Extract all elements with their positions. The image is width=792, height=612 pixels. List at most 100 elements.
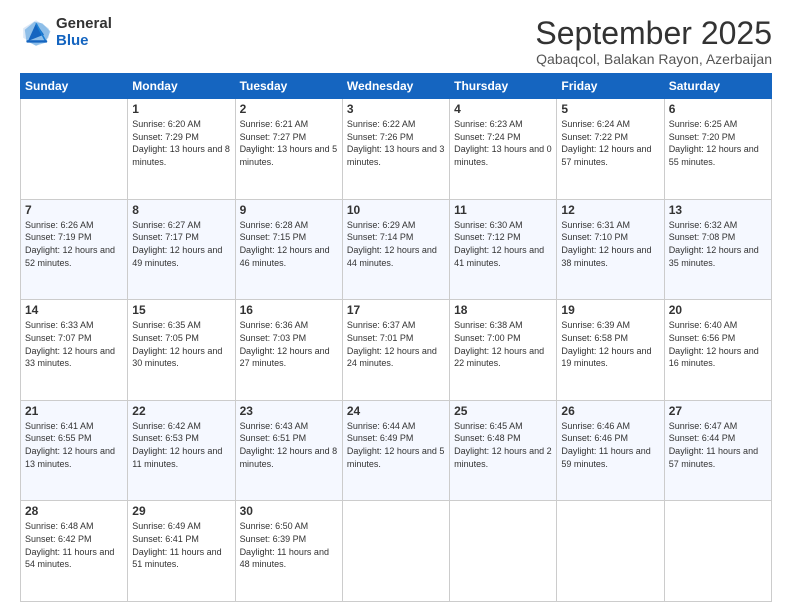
sunrise-text: Sunrise: 6:30 AM (454, 219, 552, 232)
daylight-text: Daylight: 11 hours and 48 minutes. (240, 546, 338, 571)
day-number: 25 (454, 404, 552, 418)
logo-icon (20, 17, 52, 49)
sunrise-text: Sunrise: 6:26 AM (25, 219, 123, 232)
calendar-cell: 23 Sunrise: 6:43 AM Sunset: 6:51 PM Dayl… (235, 400, 342, 501)
day-number: 23 (240, 404, 338, 418)
day-info: Sunrise: 6:39 AM Sunset: 6:58 PM Dayligh… (561, 319, 659, 369)
sunrise-text: Sunrise: 6:31 AM (561, 219, 659, 232)
sunrise-text: Sunrise: 6:41 AM (25, 420, 123, 433)
logo-blue: Blue (56, 33, 112, 50)
sunset-text: Sunset: 6:44 PM (669, 432, 767, 445)
day-number: 9 (240, 203, 338, 217)
daylight-text: Daylight: 12 hours and 24 minutes. (347, 345, 445, 370)
calendar-cell: 6 Sunrise: 6:25 AM Sunset: 7:20 PM Dayli… (664, 99, 771, 200)
day-number: 20 (669, 303, 767, 317)
page: General Blue September 2025 Qabaqcol, Ba… (0, 0, 792, 612)
calendar-cell: 17 Sunrise: 6:37 AM Sunset: 7:01 PM Dayl… (342, 300, 449, 401)
daylight-text: Daylight: 12 hours and 13 minutes. (25, 445, 123, 470)
daylight-text: Daylight: 12 hours and 33 minutes. (25, 345, 123, 370)
sunrise-text: Sunrise: 6:46 AM (561, 420, 659, 433)
sunset-text: Sunset: 6:48 PM (454, 432, 552, 445)
day-info: Sunrise: 6:22 AM Sunset: 7:26 PM Dayligh… (347, 118, 445, 168)
calendar-cell: 29 Sunrise: 6:49 AM Sunset: 6:41 PM Dayl… (128, 501, 235, 602)
calendar-cell: 14 Sunrise: 6:33 AM Sunset: 7:07 PM Dayl… (21, 300, 128, 401)
calendar-cell: 5 Sunrise: 6:24 AM Sunset: 7:22 PM Dayli… (557, 99, 664, 200)
day-number: 30 (240, 504, 338, 518)
sunrise-text: Sunrise: 6:37 AM (347, 319, 445, 332)
sunrise-text: Sunrise: 6:50 AM (240, 520, 338, 533)
day-info: Sunrise: 6:41 AM Sunset: 6:55 PM Dayligh… (25, 420, 123, 470)
sunset-text: Sunset: 7:22 PM (561, 131, 659, 144)
calendar-table: Sunday Monday Tuesday Wednesday Thursday… (20, 73, 772, 602)
week-row-3: 21 Sunrise: 6:41 AM Sunset: 6:55 PM Dayl… (21, 400, 772, 501)
calendar-cell: 26 Sunrise: 6:46 AM Sunset: 6:46 PM Dayl… (557, 400, 664, 501)
day-number: 27 (669, 404, 767, 418)
day-number: 14 (25, 303, 123, 317)
week-row-1: 7 Sunrise: 6:26 AM Sunset: 7:19 PM Dayli… (21, 199, 772, 300)
calendar-cell: 27 Sunrise: 6:47 AM Sunset: 6:44 PM Dayl… (664, 400, 771, 501)
header-monday: Monday (128, 74, 235, 99)
day-number: 16 (240, 303, 338, 317)
sunrise-text: Sunrise: 6:22 AM (347, 118, 445, 131)
header-wednesday: Wednesday (342, 74, 449, 99)
sunset-text: Sunset: 7:07 PM (25, 332, 123, 345)
day-info: Sunrise: 6:20 AM Sunset: 7:29 PM Dayligh… (132, 118, 230, 168)
day-info: Sunrise: 6:29 AM Sunset: 7:14 PM Dayligh… (347, 219, 445, 269)
daylight-text: Daylight: 12 hours and 49 minutes. (132, 244, 230, 269)
sunrise-text: Sunrise: 6:25 AM (669, 118, 767, 131)
header-thursday: Thursday (450, 74, 557, 99)
daylight-text: Daylight: 12 hours and 38 minutes. (561, 244, 659, 269)
week-row-4: 28 Sunrise: 6:48 AM Sunset: 6:42 PM Dayl… (21, 501, 772, 602)
logo: General Blue (20, 16, 112, 49)
day-info: Sunrise: 6:24 AM Sunset: 7:22 PM Dayligh… (561, 118, 659, 168)
day-info: Sunrise: 6:42 AM Sunset: 6:53 PM Dayligh… (132, 420, 230, 470)
calendar-cell: 30 Sunrise: 6:50 AM Sunset: 6:39 PM Dayl… (235, 501, 342, 602)
day-number: 11 (454, 203, 552, 217)
day-number: 13 (669, 203, 767, 217)
day-number: 1 (132, 102, 230, 116)
day-number: 28 (25, 504, 123, 518)
day-info: Sunrise: 6:44 AM Sunset: 6:49 PM Dayligh… (347, 420, 445, 470)
calendar-cell: 8 Sunrise: 6:27 AM Sunset: 7:17 PM Dayli… (128, 199, 235, 300)
day-number: 17 (347, 303, 445, 317)
day-info: Sunrise: 6:31 AM Sunset: 7:10 PM Dayligh… (561, 219, 659, 269)
day-number: 7 (25, 203, 123, 217)
sunrise-text: Sunrise: 6:39 AM (561, 319, 659, 332)
daylight-text: Daylight: 13 hours and 0 minutes. (454, 143, 552, 168)
day-info: Sunrise: 6:36 AM Sunset: 7:03 PM Dayligh… (240, 319, 338, 369)
sunset-text: Sunset: 7:15 PM (240, 231, 338, 244)
day-number: 15 (132, 303, 230, 317)
daylight-text: Daylight: 11 hours and 57 minutes. (669, 445, 767, 470)
daylight-text: Daylight: 13 hours and 5 minutes. (240, 143, 338, 168)
weekday-header-row: Sunday Monday Tuesday Wednesday Thursday… (21, 74, 772, 99)
daylight-text: Daylight: 12 hours and 11 minutes. (132, 445, 230, 470)
sunset-text: Sunset: 7:05 PM (132, 332, 230, 345)
sunset-text: Sunset: 7:12 PM (454, 231, 552, 244)
main-title: September 2025 (535, 16, 772, 51)
header-sunday: Sunday (21, 74, 128, 99)
sunset-text: Sunset: 6:41 PM (132, 533, 230, 546)
sunset-text: Sunset: 6:56 PM (669, 332, 767, 345)
header-tuesday: Tuesday (235, 74, 342, 99)
sunset-text: Sunset: 6:49 PM (347, 432, 445, 445)
calendar-cell: 15 Sunrise: 6:35 AM Sunset: 7:05 PM Dayl… (128, 300, 235, 401)
sunset-text: Sunset: 7:10 PM (561, 231, 659, 244)
calendar-cell: 18 Sunrise: 6:38 AM Sunset: 7:00 PM Dayl… (450, 300, 557, 401)
daylight-text: Daylight: 12 hours and 44 minutes. (347, 244, 445, 269)
calendar-cell: 28 Sunrise: 6:48 AM Sunset: 6:42 PM Dayl… (21, 501, 128, 602)
week-row-2: 14 Sunrise: 6:33 AM Sunset: 7:07 PM Dayl… (21, 300, 772, 401)
day-number: 21 (25, 404, 123, 418)
day-number: 10 (347, 203, 445, 217)
day-info: Sunrise: 6:28 AM Sunset: 7:15 PM Dayligh… (240, 219, 338, 269)
header-friday: Friday (557, 74, 664, 99)
calendar-cell: 25 Sunrise: 6:45 AM Sunset: 6:48 PM Dayl… (450, 400, 557, 501)
day-info: Sunrise: 6:32 AM Sunset: 7:08 PM Dayligh… (669, 219, 767, 269)
logo-general: General (56, 16, 112, 33)
sunrise-text: Sunrise: 6:24 AM (561, 118, 659, 131)
day-info: Sunrise: 6:50 AM Sunset: 6:39 PM Dayligh… (240, 520, 338, 570)
sunset-text: Sunset: 7:08 PM (669, 231, 767, 244)
sunrise-text: Sunrise: 6:38 AM (454, 319, 552, 332)
sunset-text: Sunset: 6:58 PM (561, 332, 659, 345)
daylight-text: Daylight: 13 hours and 3 minutes. (347, 143, 445, 168)
subtitle: Qabaqcol, Balakan Rayon, Azerbaijan (535, 51, 772, 67)
